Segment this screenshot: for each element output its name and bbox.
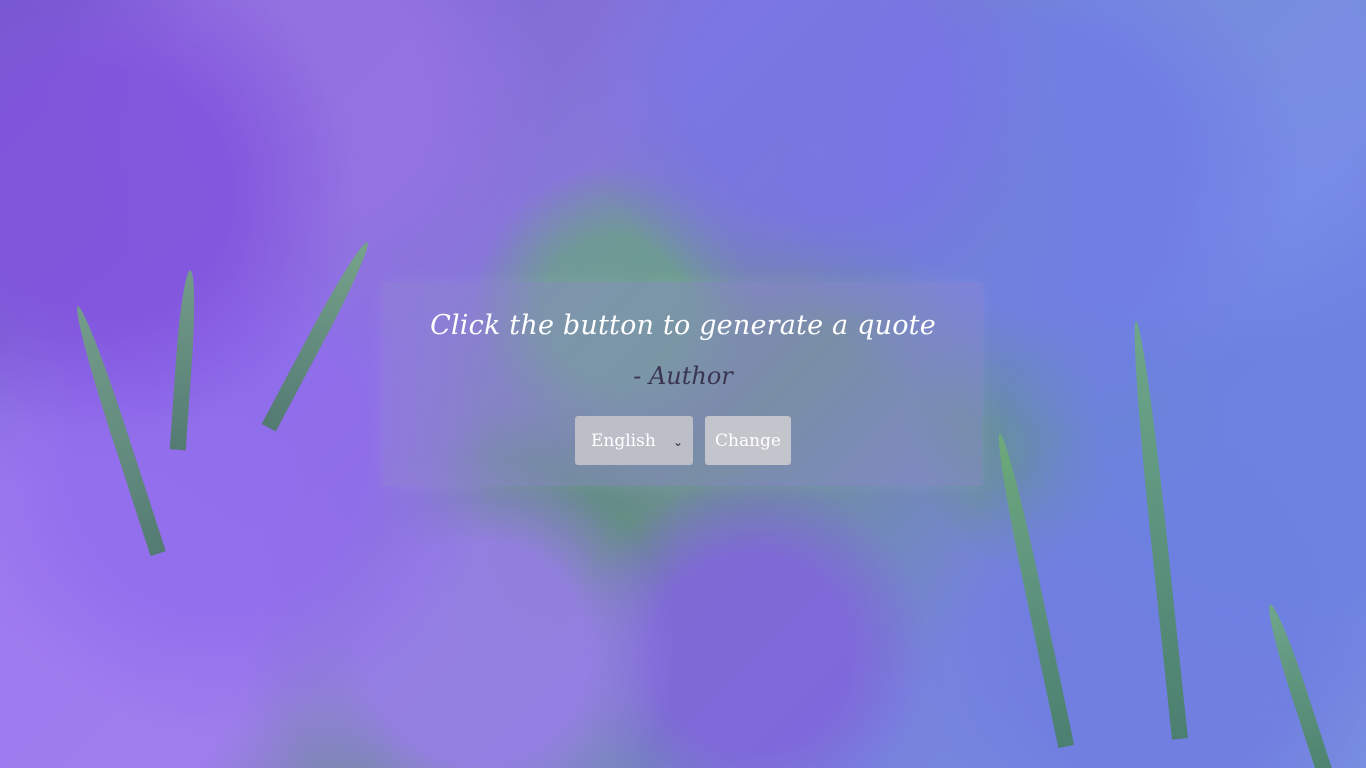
language-select-value: English bbox=[591, 430, 656, 451]
quote-controls: English ⌄ Change bbox=[383, 416, 983, 465]
quote-author: - Author bbox=[633, 362, 733, 390]
quote-text: Click the button to generate a quote bbox=[430, 310, 936, 341]
chevron-down-icon: ⌄ bbox=[673, 434, 684, 449]
language-select[interactable]: English ⌄ bbox=[575, 416, 693, 465]
quote-card: Click the button to generate a quote - A… bbox=[383, 282, 983, 486]
change-button[interactable]: Change bbox=[705, 416, 791, 465]
